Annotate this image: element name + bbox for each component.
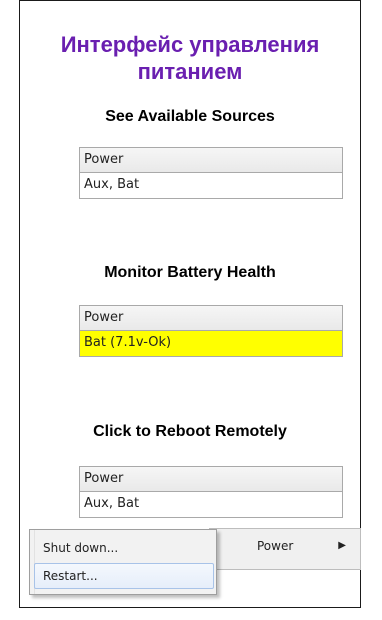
shut-down-menu-item[interactable]: Shut down... — [34, 535, 214, 561]
power-submenu: Shut down... Restart... — [29, 529, 217, 595]
column-header-power[interactable]: Power — [79, 147, 343, 173]
column-header-power[interactable]: Power — [79, 466, 343, 492]
reboot-table: Power Aux, Bat — [79, 466, 343, 518]
battery-status-cell[interactable]: Bat (7.1v-Ok) — [79, 331, 343, 357]
section-heading-reboot: Click to Reboot Remotely — [93, 423, 287, 440]
power-value-cell[interactable]: Aux, Bat — [79, 173, 343, 199]
section-heading-sources: See Available Sources — [105, 108, 275, 125]
battery-table: Power Bat (7.1v-Ok) — [79, 305, 343, 357]
power-item-label: Power — [257, 539, 294, 553]
submenu-arrow-icon: ▶ — [338, 540, 346, 551]
column-header-power[interactable]: Power — [79, 305, 343, 331]
context-menu-power-item[interactable]: Power ▶ — [213, 529, 360, 563]
power-value-cell[interactable]: Aux, Bat — [79, 492, 343, 518]
restart-menu-item[interactable]: Restart... — [34, 563, 214, 589]
section-heading-battery: Monitor Battery Health — [104, 264, 276, 281]
page-title: Интерфейс управления питанием — [60, 32, 320, 84]
sources-table: Power Aux, Bat — [79, 147, 343, 199]
